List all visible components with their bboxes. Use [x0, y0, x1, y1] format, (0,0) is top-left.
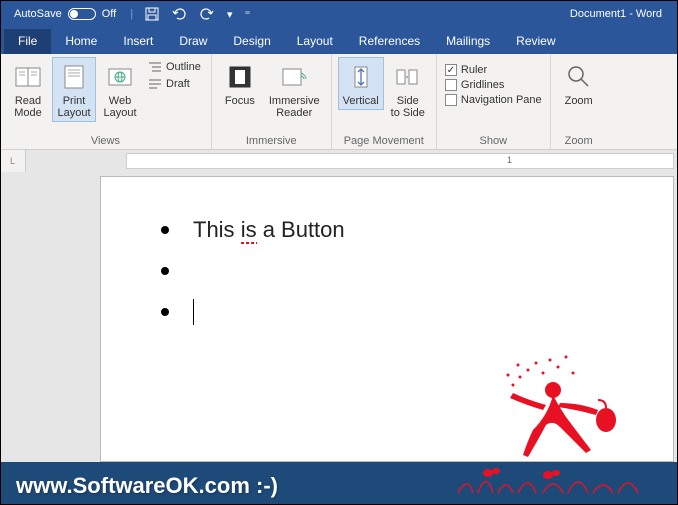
- focus-icon: [228, 61, 252, 93]
- list-item[interactable]: [161, 299, 643, 325]
- horizontal-ruler[interactable]: 1: [126, 153, 674, 169]
- vertical-button[interactable]: Vertical: [338, 57, 384, 110]
- group-zoom: Zoom Zoom: [551, 54, 607, 149]
- group-label-show: Show: [443, 133, 544, 147]
- tab-design[interactable]: Design: [221, 29, 282, 54]
- group-label-views: Views: [6, 133, 205, 147]
- tab-mailings[interactable]: Mailings: [434, 29, 502, 54]
- ribbon: Read Mode Print Layout Web Layout Outlin…: [0, 54, 678, 150]
- web-layout-button[interactable]: Web Layout: [98, 57, 142, 122]
- group-page-movement: Vertical Side to Side Page Movement: [332, 54, 437, 149]
- side-to-side-button[interactable]: Side to Side: [386, 57, 430, 122]
- group-immersive: Focus Immersive Reader Immersive: [212, 54, 332, 149]
- web-layout-icon: [107, 61, 133, 93]
- title-bar: AutoSave Off | ▾ ⁼ Document1 - Word: [0, 0, 678, 28]
- read-mode-button[interactable]: Read Mode: [6, 57, 50, 122]
- autosave-toggle[interactable]: AutoSave Off: [14, 8, 116, 20]
- group-label-zoom: Zoom: [557, 133, 601, 147]
- red-figure-decoration: [458, 345, 648, 495]
- focus-button[interactable]: Focus: [218, 57, 262, 110]
- immersive-reader-icon: [280, 61, 308, 93]
- vertical-icon: [350, 61, 372, 93]
- checkbox-icon: [445, 79, 457, 91]
- zoom-button[interactable]: Zoom: [557, 57, 601, 110]
- list-item[interactable]: This is a Button: [161, 217, 643, 243]
- print-layout-icon: [63, 61, 85, 93]
- autosave-state: Off: [102, 8, 116, 20]
- list-text: This is a Button: [193, 217, 345, 243]
- group-label-page-movement: Page Movement: [338, 133, 430, 147]
- gridlines-checkbox[interactable]: Gridlines: [443, 78, 544, 92]
- zoom-icon: [566, 61, 592, 93]
- bullet-icon: [161, 308, 169, 316]
- bullet-icon: [161, 267, 169, 275]
- outline-icon: [148, 61, 162, 73]
- side-to-side-icon: [394, 61, 422, 93]
- customize-qat-icon[interactable]: ▾: [227, 8, 233, 21]
- tab-layout[interactable]: Layout: [285, 29, 345, 54]
- read-mode-icon: [14, 61, 42, 93]
- checkbox-checked-icon: ✓: [445, 64, 457, 76]
- tab-review[interactable]: Review: [504, 29, 567, 54]
- overflow-icon[interactable]: ⁼: [245, 8, 251, 21]
- ruler-corner[interactable]: L: [0, 150, 26, 172]
- quick-access-toolbar: | ▾ ⁼: [130, 7, 250, 21]
- navigation-pane-checkbox[interactable]: Navigation Pane: [443, 93, 544, 107]
- draft-icon: [148, 78, 162, 90]
- group-label-immersive: Immersive: [218, 133, 325, 147]
- tab-file[interactable]: File: [4, 29, 51, 54]
- ruler-area: L 1: [0, 150, 678, 172]
- ruler-checkbox[interactable]: ✓ Ruler: [443, 63, 544, 77]
- save-icon[interactable]: [145, 7, 159, 21]
- immersive-reader-button[interactable]: Immersive Reader: [264, 57, 325, 122]
- redo-icon[interactable]: [199, 7, 215, 21]
- tab-insert[interactable]: Insert: [111, 29, 165, 54]
- checkbox-icon: [445, 94, 457, 106]
- print-layout-button[interactable]: Print Layout: [52, 57, 96, 122]
- bullet-icon: [161, 226, 169, 234]
- tab-draw[interactable]: Draw: [167, 29, 219, 54]
- tab-references[interactable]: References: [347, 29, 432, 54]
- list-item[interactable]: [161, 267, 643, 275]
- draft-button[interactable]: Draft: [144, 76, 205, 92]
- ribbon-tabs: File Home Insert Draw Design Layout Refe…: [0, 28, 678, 54]
- tab-home[interactable]: Home: [53, 29, 109, 54]
- toggle-off-icon: [68, 8, 96, 20]
- autosave-label: AutoSave: [14, 8, 62, 20]
- watermark-text: www.SoftwareOK.com :-): [16, 473, 278, 499]
- undo-icon[interactable]: [171, 7, 187, 21]
- bullet-list: This is a Button: [161, 217, 643, 325]
- group-show: ✓ Ruler Gridlines Navigation Pane Show: [437, 54, 551, 149]
- outline-button[interactable]: Outline: [144, 59, 205, 75]
- text-cursor: [193, 299, 194, 325]
- group-views: Read Mode Print Layout Web Layout Outlin…: [0, 54, 212, 149]
- document-title: Document1 - Word: [570, 8, 662, 20]
